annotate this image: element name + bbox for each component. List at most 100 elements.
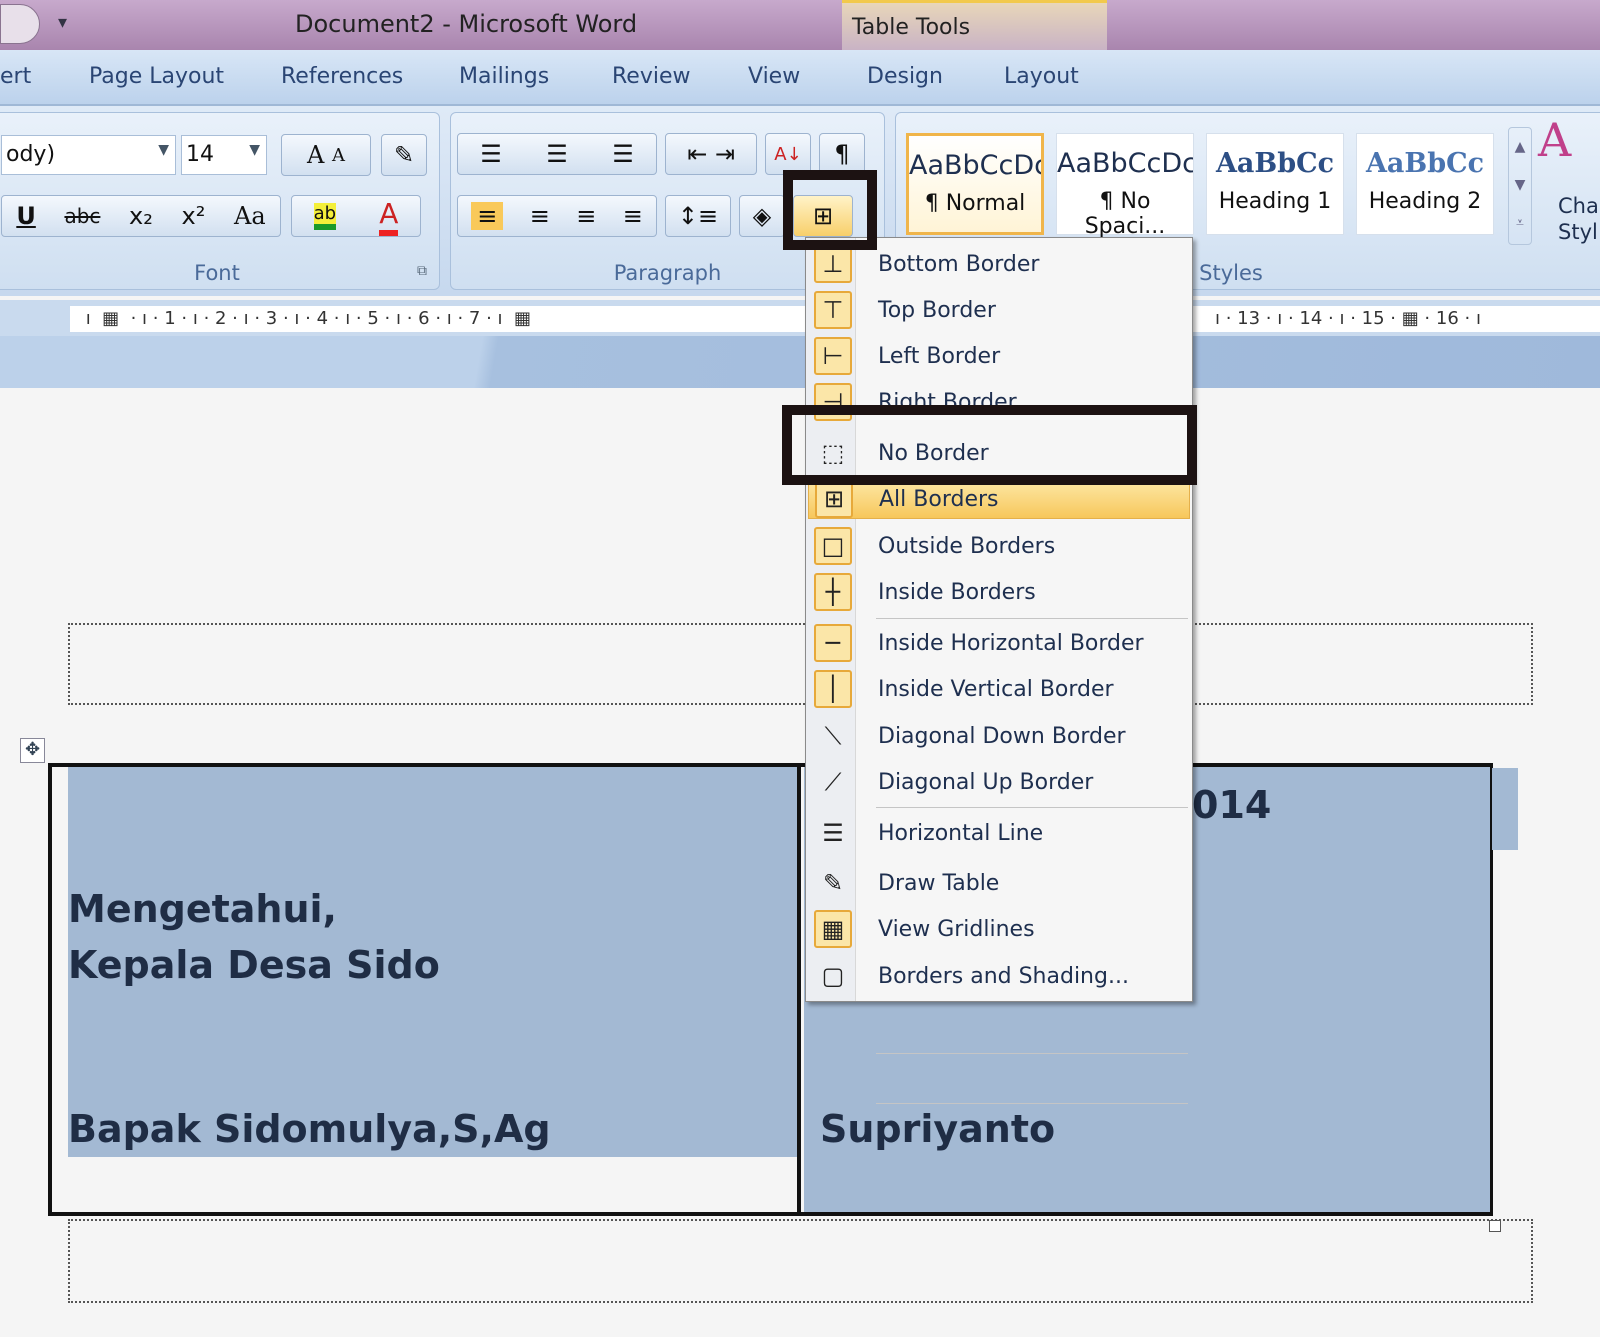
menu-separator [876, 1053, 1188, 1054]
menu-item-top-border[interactable]: ⊤ Top Border [808, 290, 1190, 330]
change-styles-icon[interactable]: A [1538, 113, 1571, 167]
bullets-icon[interactable]: ☰ [480, 140, 502, 168]
menu-item-label: Left Border [878, 343, 1001, 369]
font-name-value: ody) [6, 142, 56, 167]
style-preview: AaBbCc [1365, 148, 1485, 179]
borders-dropdown-menu: ⊥ Bottom Border ⊤ Top Border ⊢ Left Border ⊣ Ri… [805, 237, 1193, 1104]
borders-shading-icon: ▢ [821, 962, 845, 990]
menu-item-diagonal-up-border[interactable]: ⟋ Diagonal Up Border [808, 762, 1190, 802]
highlight-box-borders-button [783, 170, 877, 250]
menu-item-label: Bottom Border [878, 251, 1040, 277]
line-spacing-button[interactable]: ↕≡ [665, 195, 731, 237]
menu-item-inside-horizontal-border[interactable]: ─ Inside Horizontal Border [808, 623, 1190, 663]
font-group: ody) ▼ 14 ▼ A A ✎ U abc x₂ x² Aa ab A Font… [0, 112, 440, 290]
style-heading-1[interactable]: AaBbCc Heading 1 [1206, 133, 1344, 235]
increase-indent-icon[interactable]: ⇥ [715, 140, 735, 168]
shading-button[interactable]: ◈ [739, 195, 785, 237]
menu-item-view-gridlines[interactable]: ▦ View Gridlines [808, 909, 1190, 949]
style-no-spacing[interactable]: AaBbCcDc ¶ No Spaci... [1056, 133, 1194, 239]
text-right-signatory: Supriyanto [820, 1107, 1056, 1151]
menu-separator [876, 807, 1188, 808]
align-left-icon[interactable]: ≡ [471, 202, 504, 230]
style-normal[interactable]: AaBbCcDc ¶ Normal [906, 133, 1044, 235]
office-button[interactable] [0, 4, 40, 44]
tab-design[interactable]: Design [867, 64, 943, 89]
clear-formatting-icon: ✎ [393, 141, 415, 169]
menu-item-label: Horizontal Line [878, 820, 1044, 846]
change-styles-label: Cha [1558, 194, 1599, 218]
font-dialog-launcher-icon[interactable]: ⧉ [417, 263, 427, 279]
change-case-button[interactable]: Aa [234, 202, 266, 230]
justify-icon[interactable]: ≡ [623, 202, 643, 230]
diagonal-up-border-icon: ⟋ [824, 768, 842, 796]
decrease-indent-icon[interactable]: ⇤ [687, 140, 707, 168]
menu-item-outside-borders[interactable]: □ Outside Borders [808, 526, 1190, 566]
inside-horizontal-border-icon: ─ [814, 624, 852, 662]
table-move-handle-icon[interactable]: ✥ [20, 738, 45, 763]
subscript-button[interactable]: x₂ [129, 202, 153, 230]
grow-shrink-font-button[interactable]: A A [281, 134, 371, 176]
inside-vertical-border-icon: │ [814, 670, 852, 708]
draw-table-icon: ✎ [822, 869, 844, 897]
strikethrough-button[interactable]: abc [64, 204, 100, 228]
text-mengetahui: Mengetahui, [68, 887, 337, 931]
indent-buttons: ⇤ ⇥ [665, 133, 757, 175]
align-right-icon[interactable]: ≡ [576, 202, 596, 230]
left-border-icon: ⊢ [814, 337, 852, 375]
view-gridlines-icon: ▦ [814, 910, 852, 948]
quick-access-dropdown-icon[interactable]: ▾ [58, 12, 67, 33]
menu-item-diagonal-down-border[interactable]: ⟍ Diagonal Down Border [808, 716, 1190, 756]
menu-item-label: All Borders [879, 486, 999, 512]
tab-mailings[interactable]: Mailings [459, 64, 549, 89]
menu-item-bottom-border[interactable]: ⊥ Bottom Border [808, 244, 1190, 284]
superscript-button[interactable]: x² [182, 202, 206, 230]
ruler-scale-right[interactable]: ı · 13 · ı · 14 · ı · 15 · ▦ · 16 · ı [1205, 306, 1600, 332]
multilevel-list-icon[interactable]: ☰ [612, 140, 634, 168]
column-divider[interactable] [797, 767, 801, 1212]
menu-item-inside-vertical-border[interactable]: │ Inside Vertical Border [808, 669, 1190, 709]
font-size-field[interactable]: 14 ▼ [181, 135, 267, 175]
menu-item-label: Draw Table [878, 870, 1000, 896]
style-name: ¶ No Spaci... [1084, 189, 1166, 239]
style-heading-2[interactable]: AaBbCc Heading 2 [1356, 133, 1494, 235]
change-styles-label: Styl [1558, 220, 1598, 244]
ribbon-tabs: ert Page Layout References Mailings Revi… [0, 50, 1600, 106]
show-formatting-button[interactable]: ¶ [819, 133, 865, 175]
highlight-color-button[interactable]: ab [313, 202, 337, 230]
tab-page-layout[interactable]: Page Layout [89, 64, 224, 89]
menu-item-label: Diagonal Up Border [878, 769, 1094, 795]
menu-item-draw-table[interactable]: ✎ Draw Table [808, 863, 1190, 903]
style-name: Heading 1 [1218, 189, 1332, 214]
menu-item-all-borders[interactable]: ⊞ All Borders [808, 479, 1190, 519]
tab-insert[interactable]: ert [0, 64, 31, 89]
styles-scroll[interactable]: ▲ ▼ ⩡ [1508, 127, 1532, 245]
table-resize-handle[interactable] [1489, 1220, 1501, 1232]
signature-table: Mengetahui, Kepala Desa Sido Bapak Sidom… [48, 763, 1493, 1216]
menu-item-label: Inside Vertical Border [878, 676, 1114, 702]
tab-review[interactable]: Review [612, 64, 691, 89]
menu-item-left-border[interactable]: ⊢ Left Border [808, 336, 1190, 376]
pilcrow-icon: ¶ [834, 140, 850, 168]
tab-layout[interactable]: Layout [1004, 64, 1079, 89]
cell-shading-overflow [1492, 768, 1518, 850]
table-tools-label: Table Tools [852, 15, 971, 40]
menu-item-inside-borders[interactable]: ┼ Inside Borders [808, 572, 1190, 612]
line-spacing-icon: ↕≡ [677, 202, 719, 230]
numbering-icon[interactable]: ☰ [546, 140, 568, 168]
tab-view[interactable]: View [748, 64, 800, 89]
sort-button[interactable]: A↓ [765, 133, 811, 175]
change-styles-button[interactable]: Cha Styl [1558, 193, 1599, 245]
font-color-button[interactable]: A [379, 197, 399, 236]
align-center-icon[interactable]: ≡ [530, 202, 550, 230]
menu-item-horizontal-line[interactable]: ☰ Horizontal Line [808, 813, 1190, 853]
list-buttons: ☰ ☰ ☰ [457, 133, 657, 175]
underline-button[interactable]: U [16, 202, 36, 230]
tab-references[interactable]: References [281, 64, 403, 89]
menu-item-borders-and-shading[interactable]: ▢ Borders and Shading... [808, 956, 1190, 996]
top-border-icon: ⊤ [814, 291, 852, 329]
font-name-field[interactable]: ody) ▼ [1, 135, 176, 175]
clear-formatting-button[interactable]: ✎ [381, 134, 427, 176]
diagonal-down-border-icon: ⟍ [824, 722, 842, 750]
style-preview: AaBbCc [1215, 148, 1335, 179]
bottom-border-icon: ⊥ [814, 245, 852, 283]
